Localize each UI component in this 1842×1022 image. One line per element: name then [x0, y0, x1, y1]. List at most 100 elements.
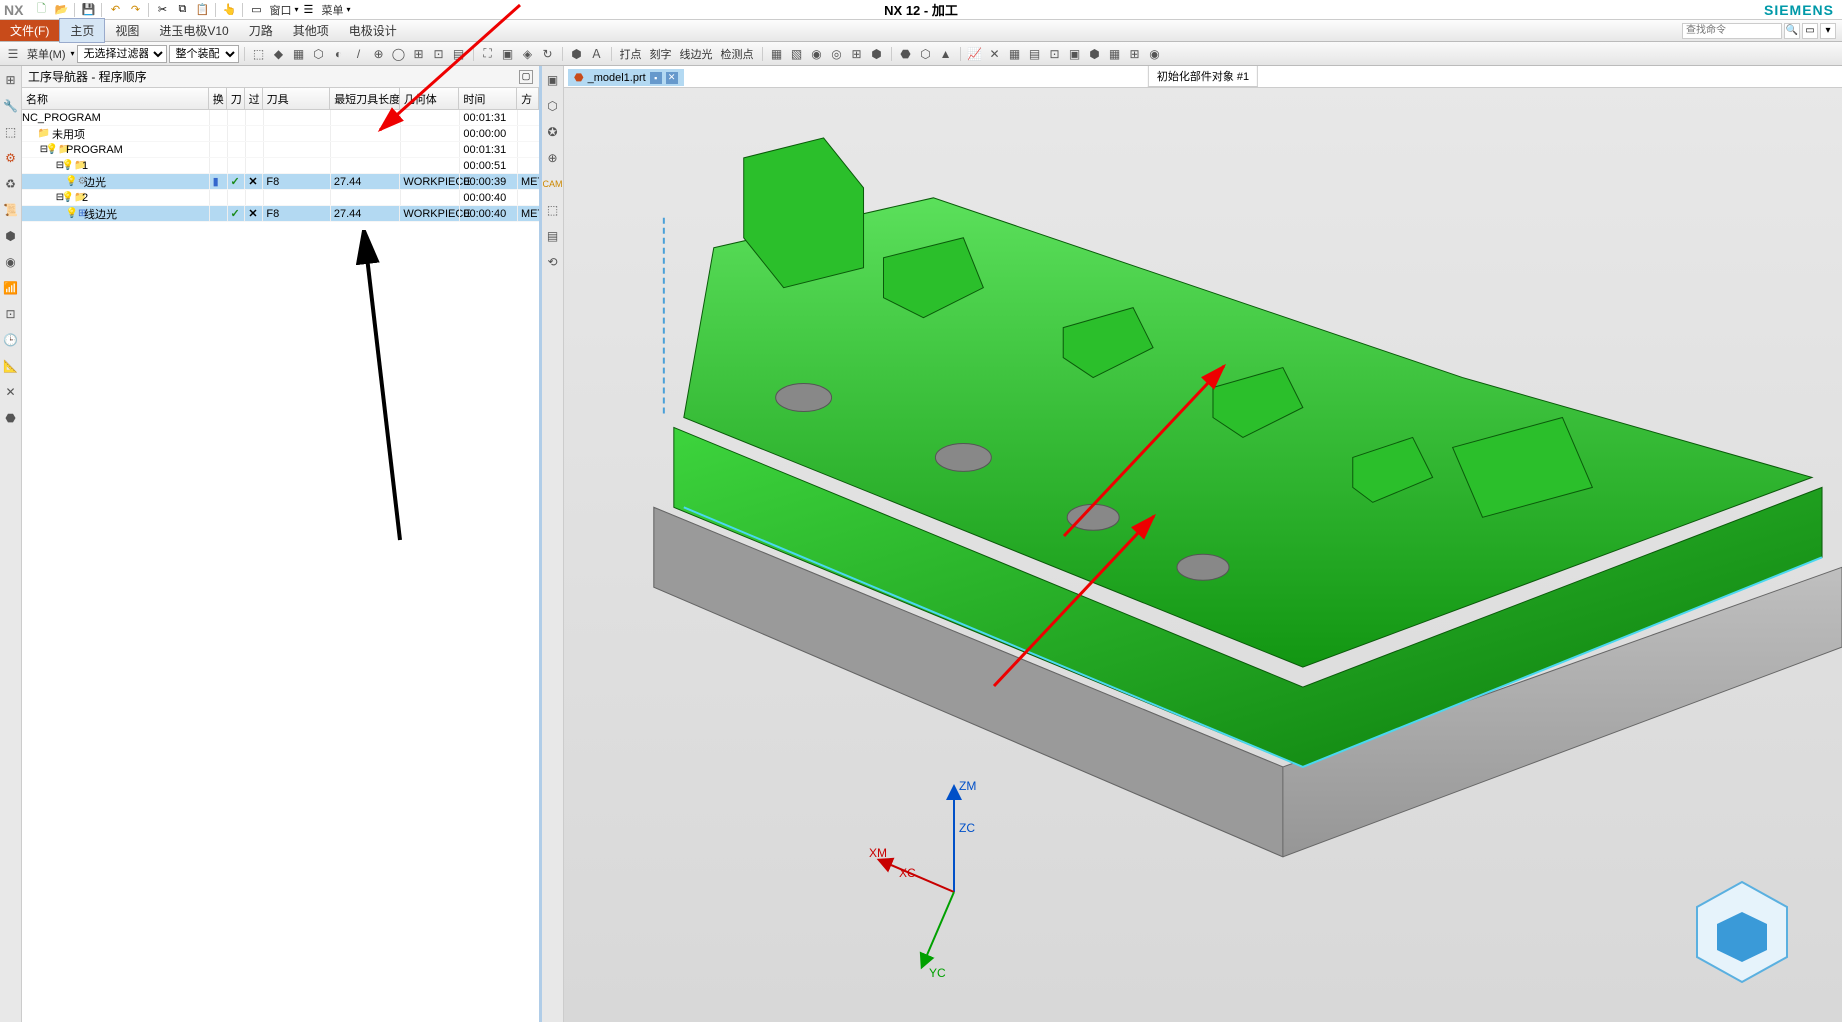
selection-filter[interactable]: 无选择过滤器	[77, 45, 167, 63]
tab-close-icon[interactable]: ✕	[666, 72, 678, 84]
mid-r8-icon[interactable]: ⟲	[545, 254, 561, 270]
mid-r4-icon[interactable]: ⊕	[545, 150, 561, 166]
t31-icon[interactable]: ▦	[1006, 45, 1024, 63]
t17-icon[interactable]: Ａ	[588, 45, 606, 63]
rail-r11-icon[interactable]: 🕒	[3, 332, 19, 348]
window-icon[interactable]: ▭	[248, 2, 264, 18]
touch-icon[interactable]: 👆	[221, 2, 237, 18]
rail-r7-icon[interactable]: ⬢	[3, 228, 19, 244]
copy-icon[interactable]: ⧉	[174, 2, 190, 18]
t33-icon[interactable]: ⊡	[1046, 45, 1064, 63]
menu-home[interactable]: 主页	[59, 18, 105, 43]
t1-icon[interactable]: ⬚	[250, 45, 268, 63]
rail-r12-icon[interactable]: 📐	[3, 358, 19, 374]
search-go-icon[interactable]: 🔍	[1784, 23, 1800, 39]
col-cutter[interactable]: 刀具	[263, 88, 331, 109]
t30-icon[interactable]: ✕	[986, 45, 1004, 63]
rail-cam-icon[interactable]: ⚙	[3, 150, 19, 166]
menu-toolpath[interactable]: 刀路	[239, 19, 283, 42]
window-label[interactable]: 窗口	[269, 2, 291, 18]
rail-r8-icon[interactable]: ◉	[3, 254, 19, 270]
menu-dropdown[interactable]: ☰	[4, 45, 22, 63]
rail-part-icon[interactable]: 🔧	[3, 98, 19, 114]
menu-electrode[interactable]: 进玉电极V10	[149, 19, 238, 42]
paste-icon[interactable]: 📋	[194, 2, 210, 18]
t16-icon[interactable]: ⬢	[568, 45, 586, 63]
menu-extra-icon[interactable]: ☰	[300, 2, 316, 18]
rail-r14-icon[interactable]: ⬣	[3, 410, 19, 426]
cut-icon[interactable]: ✂	[154, 2, 170, 18]
rail-reuse-icon[interactable]: ♻	[3, 176, 19, 192]
nav-row[interactable]: 📁未用项00:00:00	[22, 126, 539, 142]
redo-icon[interactable]: ↷	[127, 2, 143, 18]
t15-icon[interactable]: ↻	[539, 45, 557, 63]
tab-pin-icon[interactable]: ▪	[650, 72, 662, 84]
label-engrave[interactable]: 刻字	[650, 46, 672, 62]
t13-icon[interactable]: ▣	[499, 45, 517, 63]
col-change[interactable]: 换	[209, 88, 227, 109]
label-dot[interactable]: 打点	[620, 46, 642, 62]
t21-icon[interactable]: ▧	[788, 45, 806, 63]
t4-icon[interactable]: ⬡	[310, 45, 328, 63]
rail-r9-icon[interactable]: 📶	[3, 280, 19, 296]
col-method[interactable]: 方	[517, 88, 539, 109]
rail-r13-icon[interactable]: ✕	[3, 384, 19, 400]
nav-row[interactable]: 💡⚙边光▮✓✕F827.44WORKPIECE00:00:39MET	[22, 174, 539, 190]
mid-r6-icon[interactable]: ⬚	[545, 202, 561, 218]
col-name[interactable]: 名称	[22, 88, 209, 109]
nav-row[interactable]: 💡⊞线边光✓✕F827.44WORKPIECE00:00:40MET	[22, 206, 539, 222]
t9-icon[interactable]: ⊞	[410, 45, 428, 63]
mid-r5-icon[interactable]: CAM	[545, 176, 561, 192]
rail-asm-icon[interactable]: ⬚	[3, 124, 19, 140]
t22-icon[interactable]: ◉	[808, 45, 826, 63]
t7-icon[interactable]: ⊕	[370, 45, 388, 63]
label-edge[interactable]: 线边光	[680, 46, 713, 62]
mid-r7-icon[interactable]: ▤	[545, 228, 561, 244]
menu-label[interactable]: 菜单	[321, 2, 343, 18]
nav-row[interactable]: ⊟💡📁100:00:51	[22, 158, 539, 174]
nav-row[interactable]: ⊟💡📁PROGRAM00:01:31	[22, 142, 539, 158]
t6-icon[interactable]: /	[350, 45, 368, 63]
t12-icon[interactable]: ⛶	[479, 45, 497, 63]
t36-icon[interactable]: ▦	[1106, 45, 1124, 63]
new-icon[interactable]: 🗋	[33, 2, 49, 18]
t20-icon[interactable]: ▦	[768, 45, 786, 63]
command-search[interactable]	[1682, 23, 1782, 39]
col-pass[interactable]: 过	[245, 88, 263, 109]
t37-icon[interactable]: ⊞	[1126, 45, 1144, 63]
save-icon[interactable]: 💾	[80, 2, 96, 18]
col-tool[interactable]: 刀	[227, 88, 245, 109]
t25-icon[interactable]: ⬢	[868, 45, 886, 63]
t14-icon[interactable]: ◈	[519, 45, 537, 63]
mid-r3-icon[interactable]: ✪	[545, 124, 561, 140]
t38-icon[interactable]: ◉	[1146, 45, 1164, 63]
t23-icon[interactable]: ◎	[828, 45, 846, 63]
t32-icon[interactable]: ▤	[1026, 45, 1044, 63]
nav-row[interactable]: NC_PROGRAM00:01:31	[22, 110, 539, 126]
t10-icon[interactable]: ⊡	[430, 45, 448, 63]
navigator-body[interactable]: NC_PROGRAM00:01:31📁未用项00:00:00⊟💡📁PROGRAM…	[22, 110, 539, 1022]
graphics-viewport[interactable]: 初始化部件对象 #1 ⬣ _model1.prt ▪ ✕	[564, 66, 1842, 1022]
open-icon[interactable]: 📂	[53, 2, 69, 18]
undo-icon[interactable]: ↶	[107, 2, 123, 18]
t29-icon[interactable]: 📈	[966, 45, 984, 63]
rail-nav-icon[interactable]: ⊞	[3, 72, 19, 88]
assembly-filter[interactable]: 整个装配	[169, 45, 239, 63]
t27-icon[interactable]: ⬡	[917, 45, 935, 63]
col-geometry[interactable]: 几何体	[400, 88, 460, 109]
col-time[interactable]: 时间	[459, 88, 517, 109]
menu-other[interactable]: 其他项	[283, 19, 339, 42]
t11-icon[interactable]: ▤	[450, 45, 468, 63]
label-probe[interactable]: 检测点	[721, 46, 754, 62]
menu-eldesign[interactable]: 电极设计	[339, 19, 407, 42]
mid-r1-icon[interactable]: ▣	[545, 72, 561, 88]
rail-r10-icon[interactable]: ⊡	[3, 306, 19, 322]
mid-r2-icon[interactable]: ⬡	[545, 98, 561, 114]
t3-icon[interactable]: ▦	[290, 45, 308, 63]
menu-file[interactable]: 文件(F)	[0, 20, 59, 41]
t26-icon[interactable]: ⬣	[897, 45, 915, 63]
col-length[interactable]: 最短刀具长度	[330, 88, 400, 109]
t28-icon[interactable]: ▲	[937, 45, 955, 63]
navigator-pin-icon[interactable]: ▢	[519, 70, 533, 84]
t5-icon[interactable]: ◐	[330, 45, 348, 63]
